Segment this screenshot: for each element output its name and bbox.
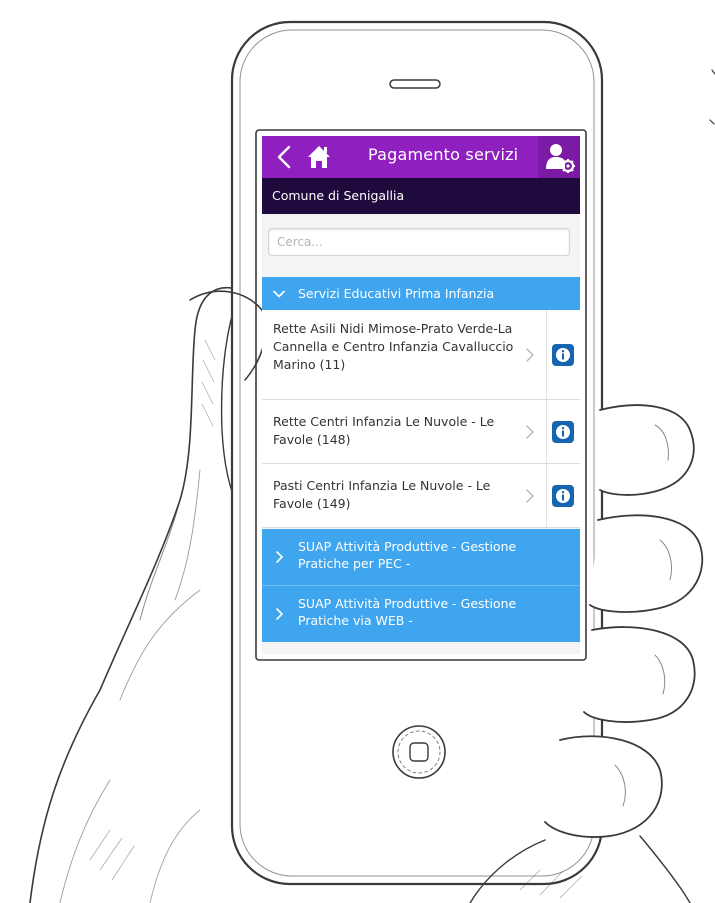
chevron-right-icon bbox=[276, 551, 283, 563]
municipality-name: Comune di Senigallia bbox=[272, 188, 405, 203]
list-item-label: Rette Asili Nidi Mimose-Prato Verde-La C… bbox=[273, 321, 514, 372]
chevron-right-icon bbox=[276, 608, 283, 620]
category-label: SUAP Attività Produttive - Gestione Prat… bbox=[298, 539, 517, 571]
top-app-bar: Pagamento servizi bbox=[262, 136, 580, 178]
item-divider bbox=[546, 310, 547, 399]
phone-screen: Pagamento servizi Comune di Senigallia S… bbox=[262, 136, 580, 654]
user-settings-icon bbox=[546, 144, 575, 173]
info-button[interactable] bbox=[552, 420, 574, 443]
info-button[interactable] bbox=[552, 343, 574, 366]
search-input[interactable] bbox=[268, 228, 570, 256]
chevron-right-icon bbox=[526, 488, 534, 503]
item-divider bbox=[546, 400, 547, 463]
category-label: SUAP Attività Produttive - Gestione Prat… bbox=[298, 596, 517, 628]
info-button[interactable] bbox=[552, 484, 574, 507]
category-header-servizi-educativi[interactable]: Servizi Educativi Prima Infanzia bbox=[262, 277, 580, 310]
info-icon bbox=[556, 488, 570, 503]
search-area bbox=[262, 214, 580, 272]
list-item-label: Pasti Centri Infanzia Le Nuvole - Le Fav… bbox=[273, 478, 491, 511]
category-label: Servizi Educativi Prima Infanzia bbox=[298, 286, 495, 301]
list-item[interactable]: Rette Centri Infanzia Le Nuvole - Le Fav… bbox=[262, 400, 580, 464]
chevron-right-icon bbox=[526, 347, 534, 362]
item-divider bbox=[546, 464, 547, 527]
user-settings-button[interactable] bbox=[538, 136, 580, 178]
chevron-right-icon bbox=[526, 424, 534, 439]
info-icon bbox=[556, 347, 570, 362]
list-item[interactable]: Pasti Centri Infanzia Le Nuvole - Le Fav… bbox=[262, 464, 580, 528]
list-item-label: Rette Centri Infanzia Le Nuvole - Le Fav… bbox=[273, 414, 495, 447]
info-icon bbox=[556, 424, 570, 439]
municipality-bar: Comune di Senigallia bbox=[262, 178, 580, 214]
category-header-suap-pec[interactable]: SUAP Attività Produttive - Gestione Prat… bbox=[262, 529, 580, 586]
list-item[interactable]: Rette Asili Nidi Mimose-Prato Verde-La C… bbox=[262, 310, 580, 400]
category-header-suap-web[interactable]: SUAP Attività Produttive - Gestione Prat… bbox=[262, 586, 580, 642]
chevron-down-icon bbox=[273, 290, 285, 297]
back-button[interactable] bbox=[272, 142, 298, 172]
home-button[interactable] bbox=[306, 143, 332, 171]
page-title: Pagamento servizi bbox=[368, 145, 519, 164]
chevron-left-icon bbox=[277, 145, 291, 169]
home-icon bbox=[308, 146, 330, 168]
